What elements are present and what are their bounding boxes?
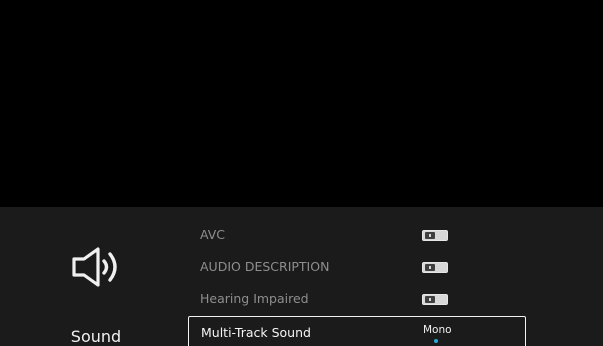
setting-row-avc[interactable]: AVC <box>188 220 524 250</box>
category-label: Sound <box>70 327 122 346</box>
toggle-knob <box>425 232 435 239</box>
setting-row-hearing-impaired[interactable]: Hearing Impaired <box>188 284 524 314</box>
audio-description-toggle[interactable] <box>422 262 448 273</box>
setting-label: Multi-Track Sound <box>201 325 311 340</box>
setting-label: Hearing Impaired <box>200 291 309 306</box>
setting-row-multi-track-sound[interactable]: Multi-Track Sound Mono <box>188 316 526 346</box>
setting-label: AUDIO DESCRIPTION <box>200 259 330 274</box>
selection-indicator-dot <box>434 339 438 343</box>
setting-label: AVC <box>200 227 226 242</box>
speaker-icon <box>72 247 117 287</box>
video-preview-area <box>0 0 603 207</box>
hearing-impaired-toggle[interactable] <box>422 294 448 305</box>
category-sound: Sound <box>36 231 156 346</box>
setting-row-audio-description[interactable]: AUDIO DESCRIPTION <box>188 252 524 282</box>
tv-screen: Sound AVC AUDIO DESCRIPTION Hearing Impa… <box>0 0 603 346</box>
toggle-knob <box>425 264 435 271</box>
avc-toggle[interactable] <box>422 230 448 241</box>
toggle-knob <box>425 296 435 303</box>
multi-track-sound-value[interactable]: Mono <box>423 324 452 336</box>
